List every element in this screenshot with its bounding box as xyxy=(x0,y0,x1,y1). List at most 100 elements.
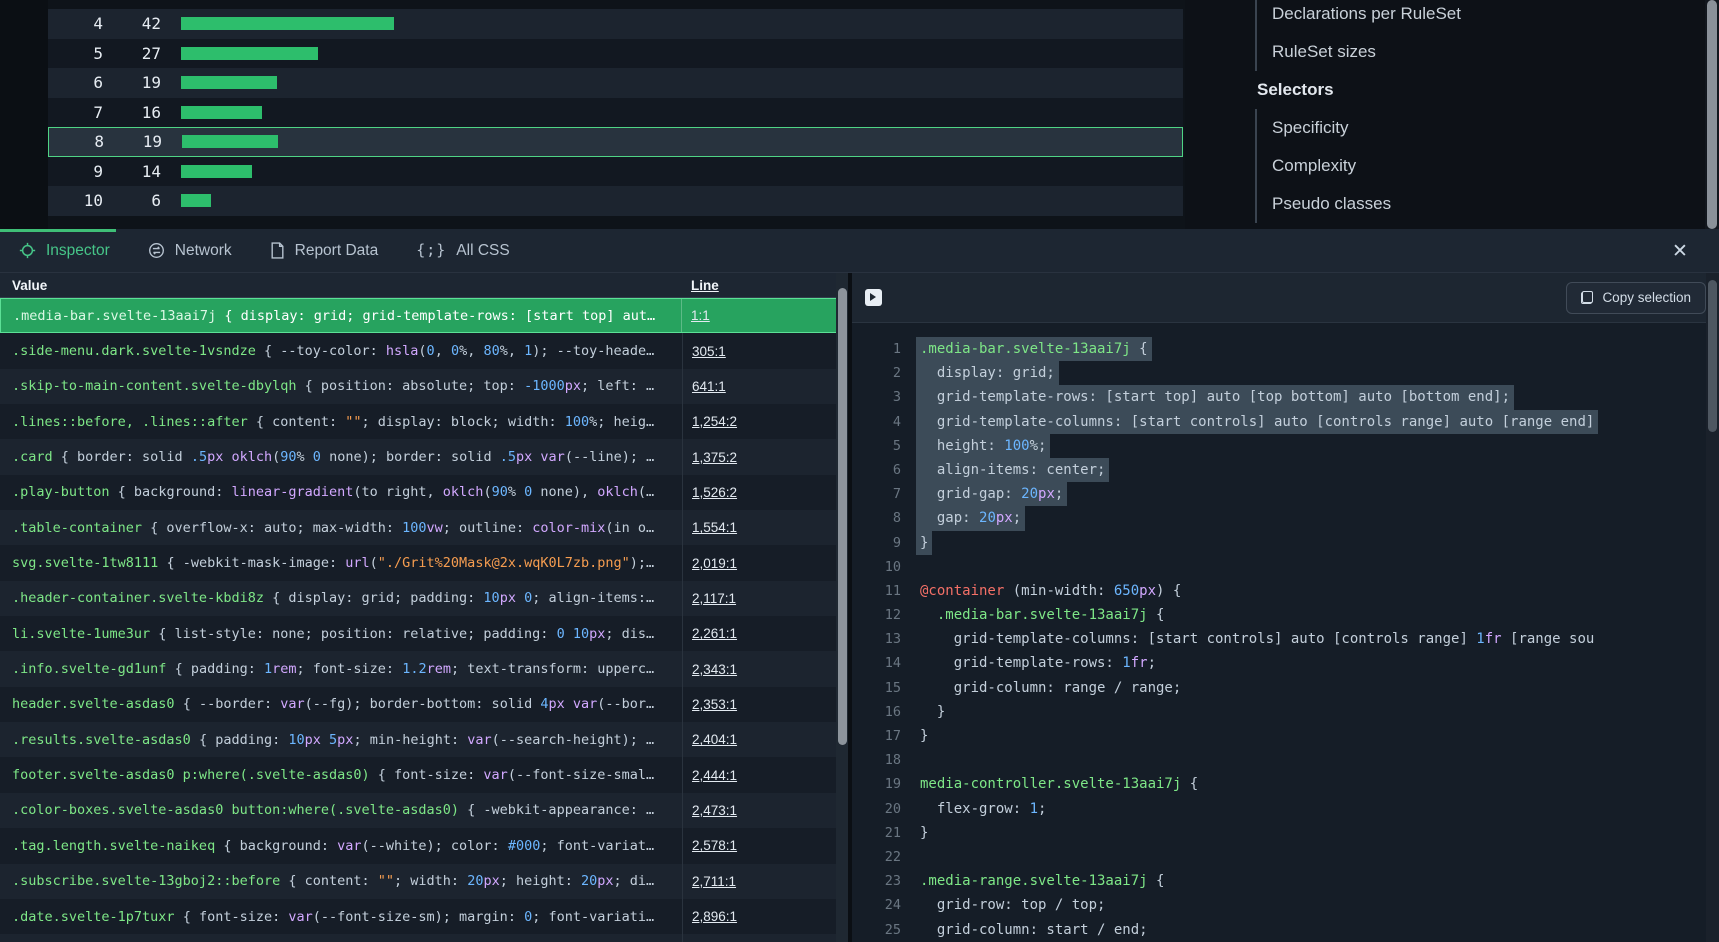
css-token: li.svelte-1ume3ur xyxy=(12,626,150,642)
css-token: .media-bar.svelte-13aai7j xyxy=(920,341,1131,357)
line-link[interactable]: 2,019:1 xyxy=(692,556,737,571)
line-link[interactable]: 2,343:1 xyxy=(692,662,737,677)
line-link[interactable]: 1:1 xyxy=(691,308,710,323)
css-token: fr xyxy=(1131,655,1148,671)
table-row[interactable]: svg.svelte-1tw8111 { -webkit-mask-image:… xyxy=(0,545,848,580)
css-token: { --toy-color: xyxy=(256,343,386,359)
line-link[interactable]: 305:1 xyxy=(692,344,726,359)
line-link[interactable]: 1,526:2 xyxy=(692,485,737,500)
table-row[interactable]: footer.svelte-asdas0 p:where(.svelte-asd… xyxy=(0,757,848,792)
chart-left-rail xyxy=(0,0,48,229)
line-link[interactable]: 641:1 xyxy=(692,379,726,394)
sidebar-item-ruleset-sizes[interactable]: RuleSet sizes xyxy=(1272,33,1461,71)
line-link[interactable]: 2,353:1 xyxy=(692,697,737,712)
line-link[interactable]: 1,375:2 xyxy=(692,450,737,465)
chart-row[interactable]: 716 xyxy=(48,98,1183,128)
css-token: 20 xyxy=(979,510,996,526)
line-number: 20 xyxy=(852,797,916,821)
table-row[interactable]: .subscribe.svelte-13gboj2::before { cont… xyxy=(0,864,848,899)
line-link[interactable]: 2,711:1 xyxy=(692,874,736,889)
line-link[interactable]: 2,473:1 xyxy=(692,803,737,818)
css-token: (--font-size-sm); margin: xyxy=(313,909,524,925)
table-row[interactable]: .lines::before, .lines::after { content:… xyxy=(0,404,848,439)
table-row[interactable]: .date.svelte-1p7tuxr { font-size: var(--… xyxy=(0,899,848,934)
chart-row[interactable]: 914 xyxy=(48,157,1183,187)
rule-value-cell: footer.svelte-asdas0 p:where(.svelte-asd… xyxy=(0,757,682,792)
line-link[interactable]: 2,578:1 xyxy=(692,838,737,853)
css-token: 10 xyxy=(483,590,499,606)
rule-value-cell: .date.svelte-1p7tuxr { font-size: var(--… xyxy=(0,899,682,934)
line-number: 10 xyxy=(852,555,916,579)
page-scrollbar[interactable] xyxy=(1705,0,1719,229)
css-token: ; font-size: xyxy=(297,661,403,677)
table-row[interactable]: .side-menu.dark.svelte-1vsndze { --toy-c… xyxy=(0,333,848,368)
sidebar-item-declarations-per-ruleset[interactable]: Declarations per RuleSet xyxy=(1272,0,1461,33)
close-panel-button[interactable]: ✕ xyxy=(1669,240,1691,262)
table-scrollbar-thumb[interactable] xyxy=(838,288,847,745)
table-scrollbar[interactable] xyxy=(836,273,848,942)
chart-bar-zone xyxy=(161,17,1183,30)
chart-row-selected[interactable]: 819 xyxy=(48,127,1183,157)
table-row[interactable]: header.svelte-asdas0 { --border: var(--f… xyxy=(0,687,848,722)
css-token: ); --toy-heade… xyxy=(532,343,654,359)
line-link[interactable]: 2,261:1 xyxy=(692,626,737,641)
line-link[interactable]: 1,554:1 xyxy=(692,520,737,535)
css-token: , xyxy=(435,343,451,359)
code-viewer[interactable]: 1.media-bar.svelte-13aai7j {2 display: g… xyxy=(852,324,1719,942)
table-row[interactable]: .header-container.svelte-kbdi8z { displa… xyxy=(0,581,848,616)
css-token: media-controller.svelte-13aai7j xyxy=(920,776,1181,792)
chart-row[interactable]: 527 xyxy=(48,39,1183,69)
column-header-line[interactable]: Line xyxy=(682,278,848,293)
table-row-selected[interactable]: .media-bar.svelte-13aai7j { display: gri… xyxy=(0,298,848,333)
css-token: ; align-items:… xyxy=(532,590,654,606)
table-row[interactable]: .play-button { background: linear-gradie… xyxy=(0,475,848,510)
css-token: { padding: xyxy=(166,661,264,677)
code-scrollbar-thumb[interactable] xyxy=(1708,280,1717,432)
sidebar-item-complexity[interactable]: Complexity xyxy=(1272,147,1461,185)
line-link[interactable]: 2,404:1 xyxy=(692,732,737,747)
css-token: { display: grid; grid-template-rows: [st… xyxy=(216,308,655,324)
table-row[interactable]: .play-button.svelte-asdas0 { display: fl… xyxy=(0,934,848,942)
line-number: 21 xyxy=(852,821,916,845)
chart-row[interactable]: 442 xyxy=(48,9,1183,39)
line-number: 16 xyxy=(852,700,916,724)
code-line: 7 grid-gap: 20px; xyxy=(852,482,1719,506)
css-token: 100 xyxy=(565,414,589,430)
chart-value-label: 27 xyxy=(103,44,161,63)
line-link[interactable]: 2,896:1 xyxy=(692,909,737,924)
line-link[interactable]: 2,117:1 xyxy=(692,591,736,606)
tab-all-css[interactable]: {;}All CSS xyxy=(397,229,529,272)
code-line-text: grid-column: range / range; xyxy=(916,676,1185,700)
css-token: 10 xyxy=(573,626,589,642)
css-token: { -webkit-mask-image: xyxy=(158,555,345,571)
tab-report-data[interactable]: Report Data xyxy=(251,229,398,272)
chart-row[interactable]: 106 xyxy=(48,186,1183,216)
tab-inspector[interactable]: Inspector xyxy=(0,229,129,272)
css-token: 0 xyxy=(313,449,321,465)
code-scrollbar[interactable] xyxy=(1706,273,1719,942)
table-row[interactable]: .skip-to-main-content.svelte-dbylqh { po… xyxy=(0,369,848,404)
css-token: 1 xyxy=(524,343,532,359)
css-token: (in o… xyxy=(605,520,654,536)
css-token: .media-bar.svelte-13aai7j xyxy=(937,607,1148,623)
chart-row[interactable]: 619 xyxy=(48,68,1183,98)
table-row[interactable]: li.svelte-1ume3ur { list-style: none; po… xyxy=(0,616,848,651)
table-row[interactable]: .results.svelte-asdas0 { padding: 10px 5… xyxy=(0,722,848,757)
table-row[interactable]: .table-container { overflow-x: auto; max… xyxy=(0,510,848,545)
table-row[interactable]: .tag.length.svelte-naikeq { background: … xyxy=(0,828,848,863)
code-line-text: height: 100%; xyxy=(916,434,1050,458)
toggle-sidebar-icon[interactable] xyxy=(865,289,882,306)
css-token: var xyxy=(280,696,304,712)
line-link[interactable]: 2,444:1 xyxy=(692,768,737,783)
page-scrollbar-thumb[interactable] xyxy=(1707,0,1717,229)
tab-network[interactable]: Network xyxy=(129,229,251,272)
line-link[interactable]: 1,254:2 xyxy=(692,414,737,429)
sidebar-item-pseudo-classes[interactable]: Pseudo classes xyxy=(1272,185,1461,223)
table-row[interactable]: .card { border: solid .5px oklch(90% 0 n… xyxy=(0,439,848,474)
chart-bar xyxy=(181,17,394,30)
sidebar-item-specificity[interactable]: Specificity xyxy=(1272,109,1461,147)
rule-value-cell: .results.svelte-asdas0 { padding: 10px 5… xyxy=(0,722,682,757)
table-row[interactable]: .color-boxes.svelte-asdas0 button:where(… xyxy=(0,793,848,828)
table-row[interactable]: .info.svelte-gd1unf { padding: 1rem; fon… xyxy=(0,651,848,686)
copy-selection-button[interactable]: Copy selection xyxy=(1566,282,1706,314)
